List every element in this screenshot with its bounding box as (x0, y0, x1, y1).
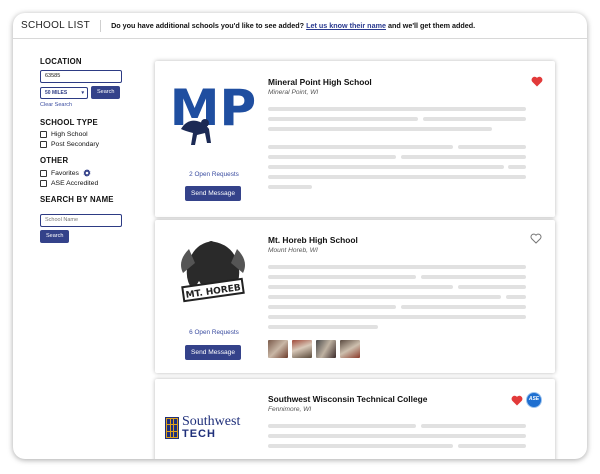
mp-logo: MP (170, 79, 256, 145)
school-logo: Southwest TECH (165, 415, 257, 445)
school-name-input[interactable] (40, 213, 122, 227)
placeholder-bar (268, 275, 416, 279)
school-location: Mount Horeb, WI (268, 247, 318, 254)
school-type-heading: SCHOOL TYPE (40, 118, 98, 127)
building-icon (165, 417, 179, 439)
checkbox-label: Favorites (51, 169, 79, 177)
gallery-thumbnail[interactable] (340, 340, 360, 358)
placeholder-bar (268, 305, 396, 309)
placeholder-bar (268, 285, 453, 289)
checkbox[interactable] (40, 131, 47, 138)
location-heading: LOCATION (40, 57, 82, 66)
logo-text-line2: TECH (182, 428, 216, 440)
school-card: Southwest TECH Southwest Wisconsin Techn… (155, 379, 555, 459)
open-requests-link[interactable]: 6 Open Requests (155, 329, 273, 336)
other-heading: OTHER (40, 156, 69, 165)
banner-text: Do you have additional schools you'd lik… (111, 21, 305, 30)
favorite-heart-icon[interactable] (511, 395, 523, 406)
placeholder-bar (268, 325, 378, 329)
gallery-thumbnail[interactable] (316, 340, 336, 358)
placeholder-bar (508, 165, 526, 169)
filter-post-secondary[interactable]: Post Secondary (40, 141, 140, 148)
school-card: MP 2 Open Requests Send Message Mineral … (155, 61, 555, 217)
checkbox[interactable] (40, 169, 47, 177)
filter-ase-accredited[interactable]: ASE Accredited (40, 180, 140, 187)
placeholder-bar (268, 185, 312, 189)
placeholder-bar (268, 107, 526, 111)
filter-high-school[interactable]: High School (40, 131, 140, 138)
school-name[interactable]: Mineral Point High School (268, 77, 372, 87)
ase-badge-icon: ASE (526, 392, 542, 408)
school-logo: MP (163, 71, 263, 163)
placeholder-bar (458, 444, 526, 448)
placeholder-bar (268, 295, 501, 299)
checkbox-label: High School (51, 131, 88, 138)
suggest-school-link[interactable]: Let us know their name (306, 21, 386, 30)
gear-icon[interactable] (83, 169, 91, 177)
placeholder-bar (458, 285, 526, 289)
placeholder-bar (423, 117, 526, 121)
gallery-thumbnail[interactable] (292, 340, 312, 358)
checkbox-label: Post Secondary (51, 141, 99, 148)
filter-sidebar: LOCATION 63585 50 MILES ▾ Search Clear S… (40, 57, 140, 243)
placeholder-bar (268, 175, 526, 179)
placeholder-bar (268, 155, 396, 159)
placeholder-bar (268, 165, 504, 169)
open-requests-link[interactable]: 2 Open Requests (155, 171, 273, 178)
send-message-button[interactable]: Send Message (185, 186, 241, 201)
school-logo: MT. HOREB (163, 230, 263, 322)
location-search-button[interactable]: Search (91, 86, 121, 99)
name-search-button[interactable]: Search (40, 229, 70, 243)
placeholder-bar (401, 305, 526, 309)
checkbox[interactable] (40, 180, 47, 187)
placeholder-bar (268, 434, 526, 438)
photo-gallery (268, 340, 360, 358)
school-location: Fennimore, WI (268, 406, 312, 413)
placeholder-bar (268, 444, 453, 448)
school-card: MT. HOREB 6 Open Requests Send Message M… (155, 220, 555, 373)
add-school-banner: Do you have additional schools you'd lik… (101, 21, 475, 30)
placeholder-bar (268, 265, 526, 269)
placeholder-bar (506, 295, 526, 299)
banner-suffix: and we'll get them added. (387, 21, 476, 30)
placeholder-bar (421, 275, 526, 279)
placeholder-bar (268, 117, 418, 121)
placeholder-bar (268, 127, 492, 131)
school-name[interactable]: Southwest Wisconsin Technical College (268, 394, 427, 404)
distance-select[interactable]: 50 MILES ▾ (40, 86, 88, 99)
logo-text-line1: Southwest (182, 414, 241, 429)
send-message-button[interactable]: Send Message (185, 345, 241, 360)
placeholder-bar (458, 145, 526, 149)
chevron-down-icon: ▾ (81, 89, 84, 96)
zip-input[interactable]: 63585 (40, 70, 122, 83)
page-title: SCHOOL LIST (13, 19, 102, 32)
placeholder-bar (421, 424, 526, 428)
school-name[interactable]: Mt. Horeb High School (268, 235, 358, 245)
mt-horeb-logo: MT. HOREB (181, 241, 245, 303)
checkbox-label: ASE Accredited (51, 180, 99, 187)
clear-search-link[interactable]: Clear Search (40, 102, 140, 108)
gallery-thumbnail[interactable] (268, 340, 288, 358)
app-window: SCHOOL LIST Do you have additional schoo… (13, 13, 587, 459)
top-bar: SCHOOL LIST Do you have additional schoo… (13, 13, 587, 39)
distance-value: 50 MILES (45, 89, 68, 96)
checkbox[interactable] (40, 141, 47, 148)
placeholder-bar (268, 424, 416, 428)
favorite-heart-outline-icon[interactable] (530, 233, 542, 244)
placeholder-bar (268, 145, 453, 149)
placeholder-bar (268, 315, 526, 319)
favorite-heart-icon[interactable] (531, 76, 543, 87)
placeholder-bar (401, 155, 526, 159)
search-by-name-heading: SEARCH BY NAME (40, 195, 114, 204)
filter-favorites[interactable]: Favorites (40, 169, 140, 177)
school-location: Mineral Point, WI (268, 89, 319, 96)
